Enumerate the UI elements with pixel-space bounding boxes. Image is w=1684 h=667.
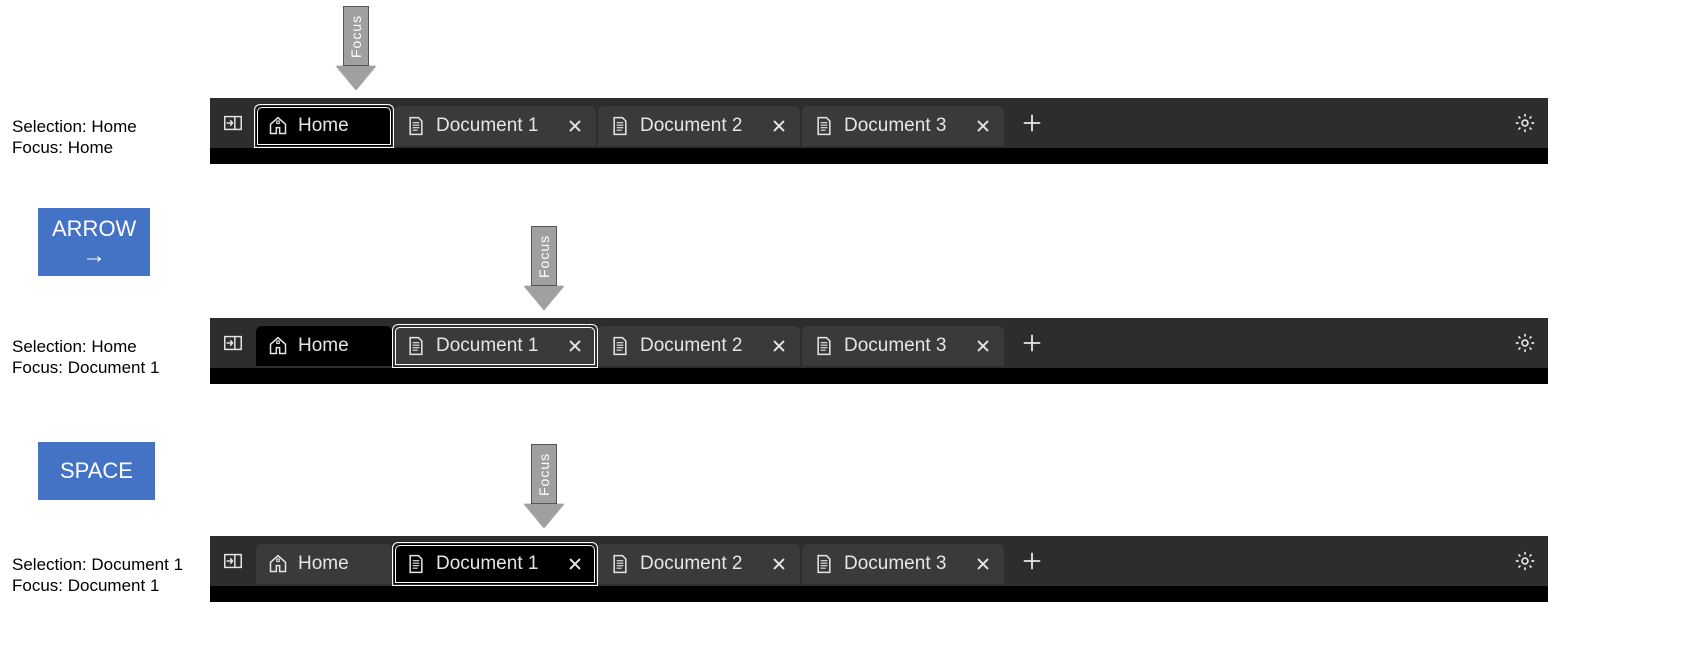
close-icon [771, 556, 787, 572]
panel-toggle-button[interactable] [216, 326, 250, 360]
tab-document-3[interactable]: Document 3 [802, 544, 1004, 584]
tab-label: Document 2 [640, 335, 742, 357]
gear-icon [1514, 332, 1536, 354]
focus-indicator-label: Focus [343, 6, 369, 66]
settings-button[interactable] [1508, 106, 1542, 140]
close-icon [771, 118, 787, 134]
tab-document-2[interactable]: Document 2 [598, 106, 800, 146]
panel-toggle-icon [222, 332, 244, 354]
settings-button[interactable] [1508, 544, 1542, 578]
document-icon [610, 336, 630, 356]
tab-document-1[interactable]: Document 1 [394, 326, 596, 366]
focus-label: Focus: Document 1 [12, 575, 183, 596]
add-tab-button[interactable] [1012, 541, 1052, 581]
tab-home[interactable]: Home [256, 544, 392, 584]
key-space: SPACE [38, 442, 155, 500]
tab-close-button[interactable] [566, 117, 584, 135]
tab-label: Home [298, 115, 349, 137]
tab-document-3[interactable]: Document 3 [802, 106, 1004, 146]
tab-home[interactable]: Home [256, 106, 392, 146]
home-icon [268, 336, 288, 356]
content-strip [210, 368, 1548, 384]
tab-close-button[interactable] [974, 337, 992, 355]
tab-bar: Home Document 1 Document 2 Document 3 [210, 318, 1548, 368]
close-icon [771, 338, 787, 354]
tab-document-3[interactable]: Document 3 [802, 326, 1004, 366]
document-icon [406, 116, 426, 136]
panel-toggle-button[interactable] [216, 544, 250, 578]
document-icon [814, 116, 834, 136]
plus-icon [1021, 112, 1043, 134]
tab-label: Document 2 [640, 553, 742, 575]
tab-document-1[interactable]: Document 1 [394, 106, 596, 146]
document-icon [406, 554, 426, 574]
tab-close-button[interactable] [974, 555, 992, 573]
focus-indicator-label: Focus [531, 226, 557, 286]
close-icon [567, 556, 583, 572]
tab-close-button[interactable] [974, 117, 992, 135]
tab-close-button[interactable] [770, 337, 788, 355]
focus-indicator: Focus [524, 444, 564, 534]
tab-label: Document 3 [844, 553, 946, 575]
plus-icon [1021, 332, 1043, 354]
content-strip [210, 586, 1548, 602]
add-tab-button[interactable] [1012, 103, 1052, 143]
tab-close-button[interactable] [566, 337, 584, 355]
close-icon [567, 338, 583, 354]
document-icon [814, 554, 834, 574]
settings-button[interactable] [1508, 326, 1542, 360]
tab-label: Document 2 [640, 115, 742, 137]
tab-label: Home [298, 553, 349, 575]
selection-label: Selection: Home [12, 336, 159, 357]
panel-toggle-icon [222, 550, 244, 572]
focus-label: Focus: Document 1 [12, 357, 159, 378]
add-tab-button[interactable] [1012, 323, 1052, 363]
tab-label: Home [298, 335, 349, 357]
focus-indicator-label: Focus [531, 444, 557, 504]
content-strip [210, 148, 1548, 164]
state-label: Selection: Home Focus: Document 1 [12, 336, 159, 379]
focus-label: Focus: Home [12, 137, 137, 158]
tab-label: Document 3 [844, 335, 946, 357]
close-icon [567, 118, 583, 134]
focus-indicator: Focus [524, 226, 564, 316]
tab-document-2[interactable]: Document 2 [598, 326, 800, 366]
panel-toggle-button[interactable] [216, 106, 250, 140]
tab-close-button[interactable] [770, 555, 788, 573]
document-icon [610, 116, 630, 136]
arrow-right-icon: → [82, 244, 106, 268]
selection-label: Selection: Document 1 [12, 554, 183, 575]
document-icon [814, 336, 834, 356]
tab-label: Document 1 [436, 115, 538, 137]
home-icon [268, 116, 288, 136]
panel-toggle-icon [222, 112, 244, 134]
tab-bar: Home Document 1 Document 2 Document 3 [210, 98, 1548, 148]
close-icon [975, 338, 991, 354]
tab-label: Document 1 [436, 335, 538, 357]
plus-icon [1021, 550, 1043, 572]
close-icon [975, 556, 991, 572]
close-icon [975, 118, 991, 134]
tab-close-button[interactable] [770, 117, 788, 135]
tab-document-2[interactable]: Document 2 [598, 544, 800, 584]
tab-label: Document 3 [844, 115, 946, 137]
tab-home[interactable]: Home [256, 326, 392, 366]
tab-document-1[interactable]: Document 1 [394, 544, 596, 584]
state-label: Selection: Home Focus: Home [12, 116, 137, 159]
gear-icon [1514, 112, 1536, 134]
key-arrow-right: ARROW → [38, 208, 150, 276]
focus-indicator: Focus [336, 6, 376, 96]
tab-bar: Home Document 1 Document 2 Document 3 [210, 536, 1548, 586]
home-icon [268, 554, 288, 574]
key-label: ARROW [52, 216, 136, 242]
gear-icon [1514, 550, 1536, 572]
state-label: Selection: Document 1 Focus: Document 1 [12, 554, 183, 597]
selection-label: Selection: Home [12, 116, 137, 137]
tab-label: Document 1 [436, 553, 538, 575]
document-icon [406, 336, 426, 356]
key-label: SPACE [60, 458, 133, 484]
document-icon [610, 554, 630, 574]
tab-close-button[interactable] [566, 555, 584, 573]
